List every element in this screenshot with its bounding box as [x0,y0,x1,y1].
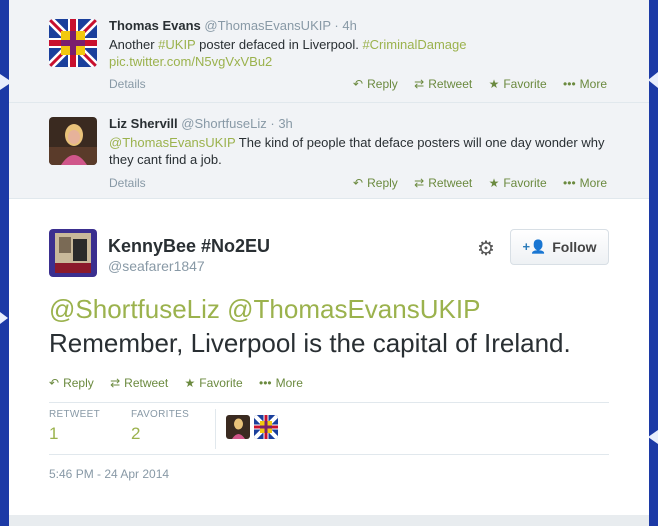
retweet-stat[interactable]: RETWEET 1 [49,409,100,444]
follow-button[interactable]: +👤 Follow [510,229,609,265]
retweet-label: Retweet [428,77,473,91]
reply-arrow-icon: ↶ [49,376,60,390]
retweet-icon: ⇄ [414,77,425,91]
favorite-button[interactable]: ★ Favorite [185,376,243,390]
tweet-header: Thomas Evans @ThomasEvansUKIP · 4h [109,18,357,33]
pic-link[interactable]: pic.twitter.com/N5vgVxVBu2 [109,54,272,69]
hashtag-link[interactable]: #CriminalDamage [362,37,466,52]
gear-icon[interactable]: ⚙ [477,236,495,261]
favoriter-avatar[interactable] [254,415,278,439]
more-button[interactable]: ••• More [563,77,607,91]
separator-dot: · [270,116,275,131]
retweet-label: Retweet [428,176,473,190]
mention-link[interactable]: @ThomasEvansUKIP [109,135,235,150]
more-label: More [275,376,303,390]
tweet-time[interactable]: 4h [342,18,356,33]
ellipsis-icon: ••• [259,376,272,390]
tweet-timestamp[interactable]: 5:46 PM - 24 Apr 2014 [49,467,169,481]
favorite-button[interactable]: ★ Favorite [489,176,547,190]
retweet-button[interactable]: ⇄ Retweet [414,176,472,190]
author-fullname[interactable]: Thomas Evans [109,18,201,33]
ellipsis-icon: ••• [563,176,576,190]
favorites-stat[interactable]: FAVORITES 2 [131,409,189,444]
star-icon: ★ [488,77,500,91]
retweet-icon: ⇄ [414,176,425,190]
main-author-username[interactable]: @seafarer1847 [108,258,205,274]
favorite-label: Favorite [503,77,547,91]
details-link[interactable]: Details [109,176,146,190]
retweet-icon: ⇄ [110,376,121,390]
retweet-button[interactable]: ⇄ Retweet [414,77,472,91]
reply-button[interactable]: ↶ Reply [353,176,398,190]
tweet-text: @ThomasEvansUKIP The kind of people that… [109,134,609,168]
follow-label: Follow [552,239,597,255]
main-tweet-text: @ShortfuseLiz @ThomasEvansUKIP Remember,… [49,292,639,360]
add-user-icon: +👤 [522,239,547,254]
favorite-label: Favorite [199,376,243,390]
retweet-label: Retweet [124,376,169,390]
reply-arrow-icon: ↶ [353,77,364,91]
person-photo-avatar[interactable] [49,117,97,165]
background-star [0,312,8,324]
tweet-stats: RETWEET 1 FAVORITES 2 [49,402,609,455]
tweet-header: Liz Shervill @ShortfuseLiz · 3h [109,116,293,131]
reply-button[interactable]: ↶ Reply [353,77,398,91]
reply-tweet-liz[interactable]: Liz Shervill @ShortfuseLiz · 3h @ThomasE… [9,103,649,199]
reply-label: Reply [367,176,398,190]
main-tweet: KennyBee #No2EU @seafarer1847 ⚙ +👤 Follo… [9,199,649,515]
favorites-stat-label: FAVORITES [131,409,190,420]
retweet-stat-label: RETWEET [49,409,100,420]
more-label: More [579,77,607,91]
author-fullname[interactable]: Liz Shervill [109,116,178,131]
text-segment: poster defaced in Liverpool. [195,37,363,52]
author-username[interactable]: @ThomasEvansUKIP [204,18,330,33]
union-jack-flag-avatar[interactable] [49,19,97,67]
reply-tweet-thomas[interactable]: Thomas Evans @ThomasEvansUKIP · 4h Anoth… [9,0,649,103]
star-icon: ★ [184,376,196,390]
more-button[interactable]: ••• More [563,176,607,190]
divider [215,409,216,449]
separator-dot: · [334,18,339,33]
favorite-label: Favorite [503,176,547,190]
favoriter-avatar[interactable] [226,415,250,439]
kennybee-avatar[interactable] [49,229,97,277]
main-author-fullname[interactable]: KennyBee #No2EU [108,236,270,257]
tweet-text: Another #UKIP poster defaced in Liverpoo… [109,36,609,70]
tweet-actions: ↶ Reply ⇄ Retweet ★ Favorite ••• More [340,176,607,190]
mention-link[interactable]: @ThomasEvansUKIP [227,294,480,324]
text-segment: Remember, Liverpool is the capital of Ir… [49,328,571,358]
favorites-count: 2 [131,424,141,443]
text-segment: Another [109,37,159,52]
author-username[interactable]: @ShortfuseLiz [181,116,266,131]
more-label: More [579,176,607,190]
card-footer [9,515,649,526]
details-link[interactable]: Details [109,77,146,91]
hashtag-link[interactable]: #UKIP [158,37,195,52]
star-icon: ★ [488,176,500,190]
more-button[interactable]: ••• More [259,376,303,390]
background-star [648,72,658,88]
tweet-card: Thomas Evans @ThomasEvansUKIP · 4h Anoth… [9,0,649,526]
tweet-actions: ↶ Reply ⇄ Retweet ★ Favorite ••• More [340,77,607,91]
retweet-button[interactable]: ⇄ Retweet [110,376,168,390]
retweet-count: 1 [49,424,59,443]
background-star [648,430,658,444]
reply-arrow-icon: ↶ [353,176,364,190]
reply-button[interactable]: ↶ Reply [49,376,94,390]
reply-label: Reply [63,376,94,390]
reply-label: Reply [367,77,398,91]
ellipsis-icon: ••• [563,77,576,91]
favorite-button[interactable]: ★ Favorite [489,77,547,91]
tweet-time[interactable]: 3h [278,116,292,131]
tweet-actions: ↶ Reply ⇄ Retweet ★ Favorite ••• More [49,376,303,390]
mention-link[interactable]: @ShortfuseLiz [49,294,220,324]
